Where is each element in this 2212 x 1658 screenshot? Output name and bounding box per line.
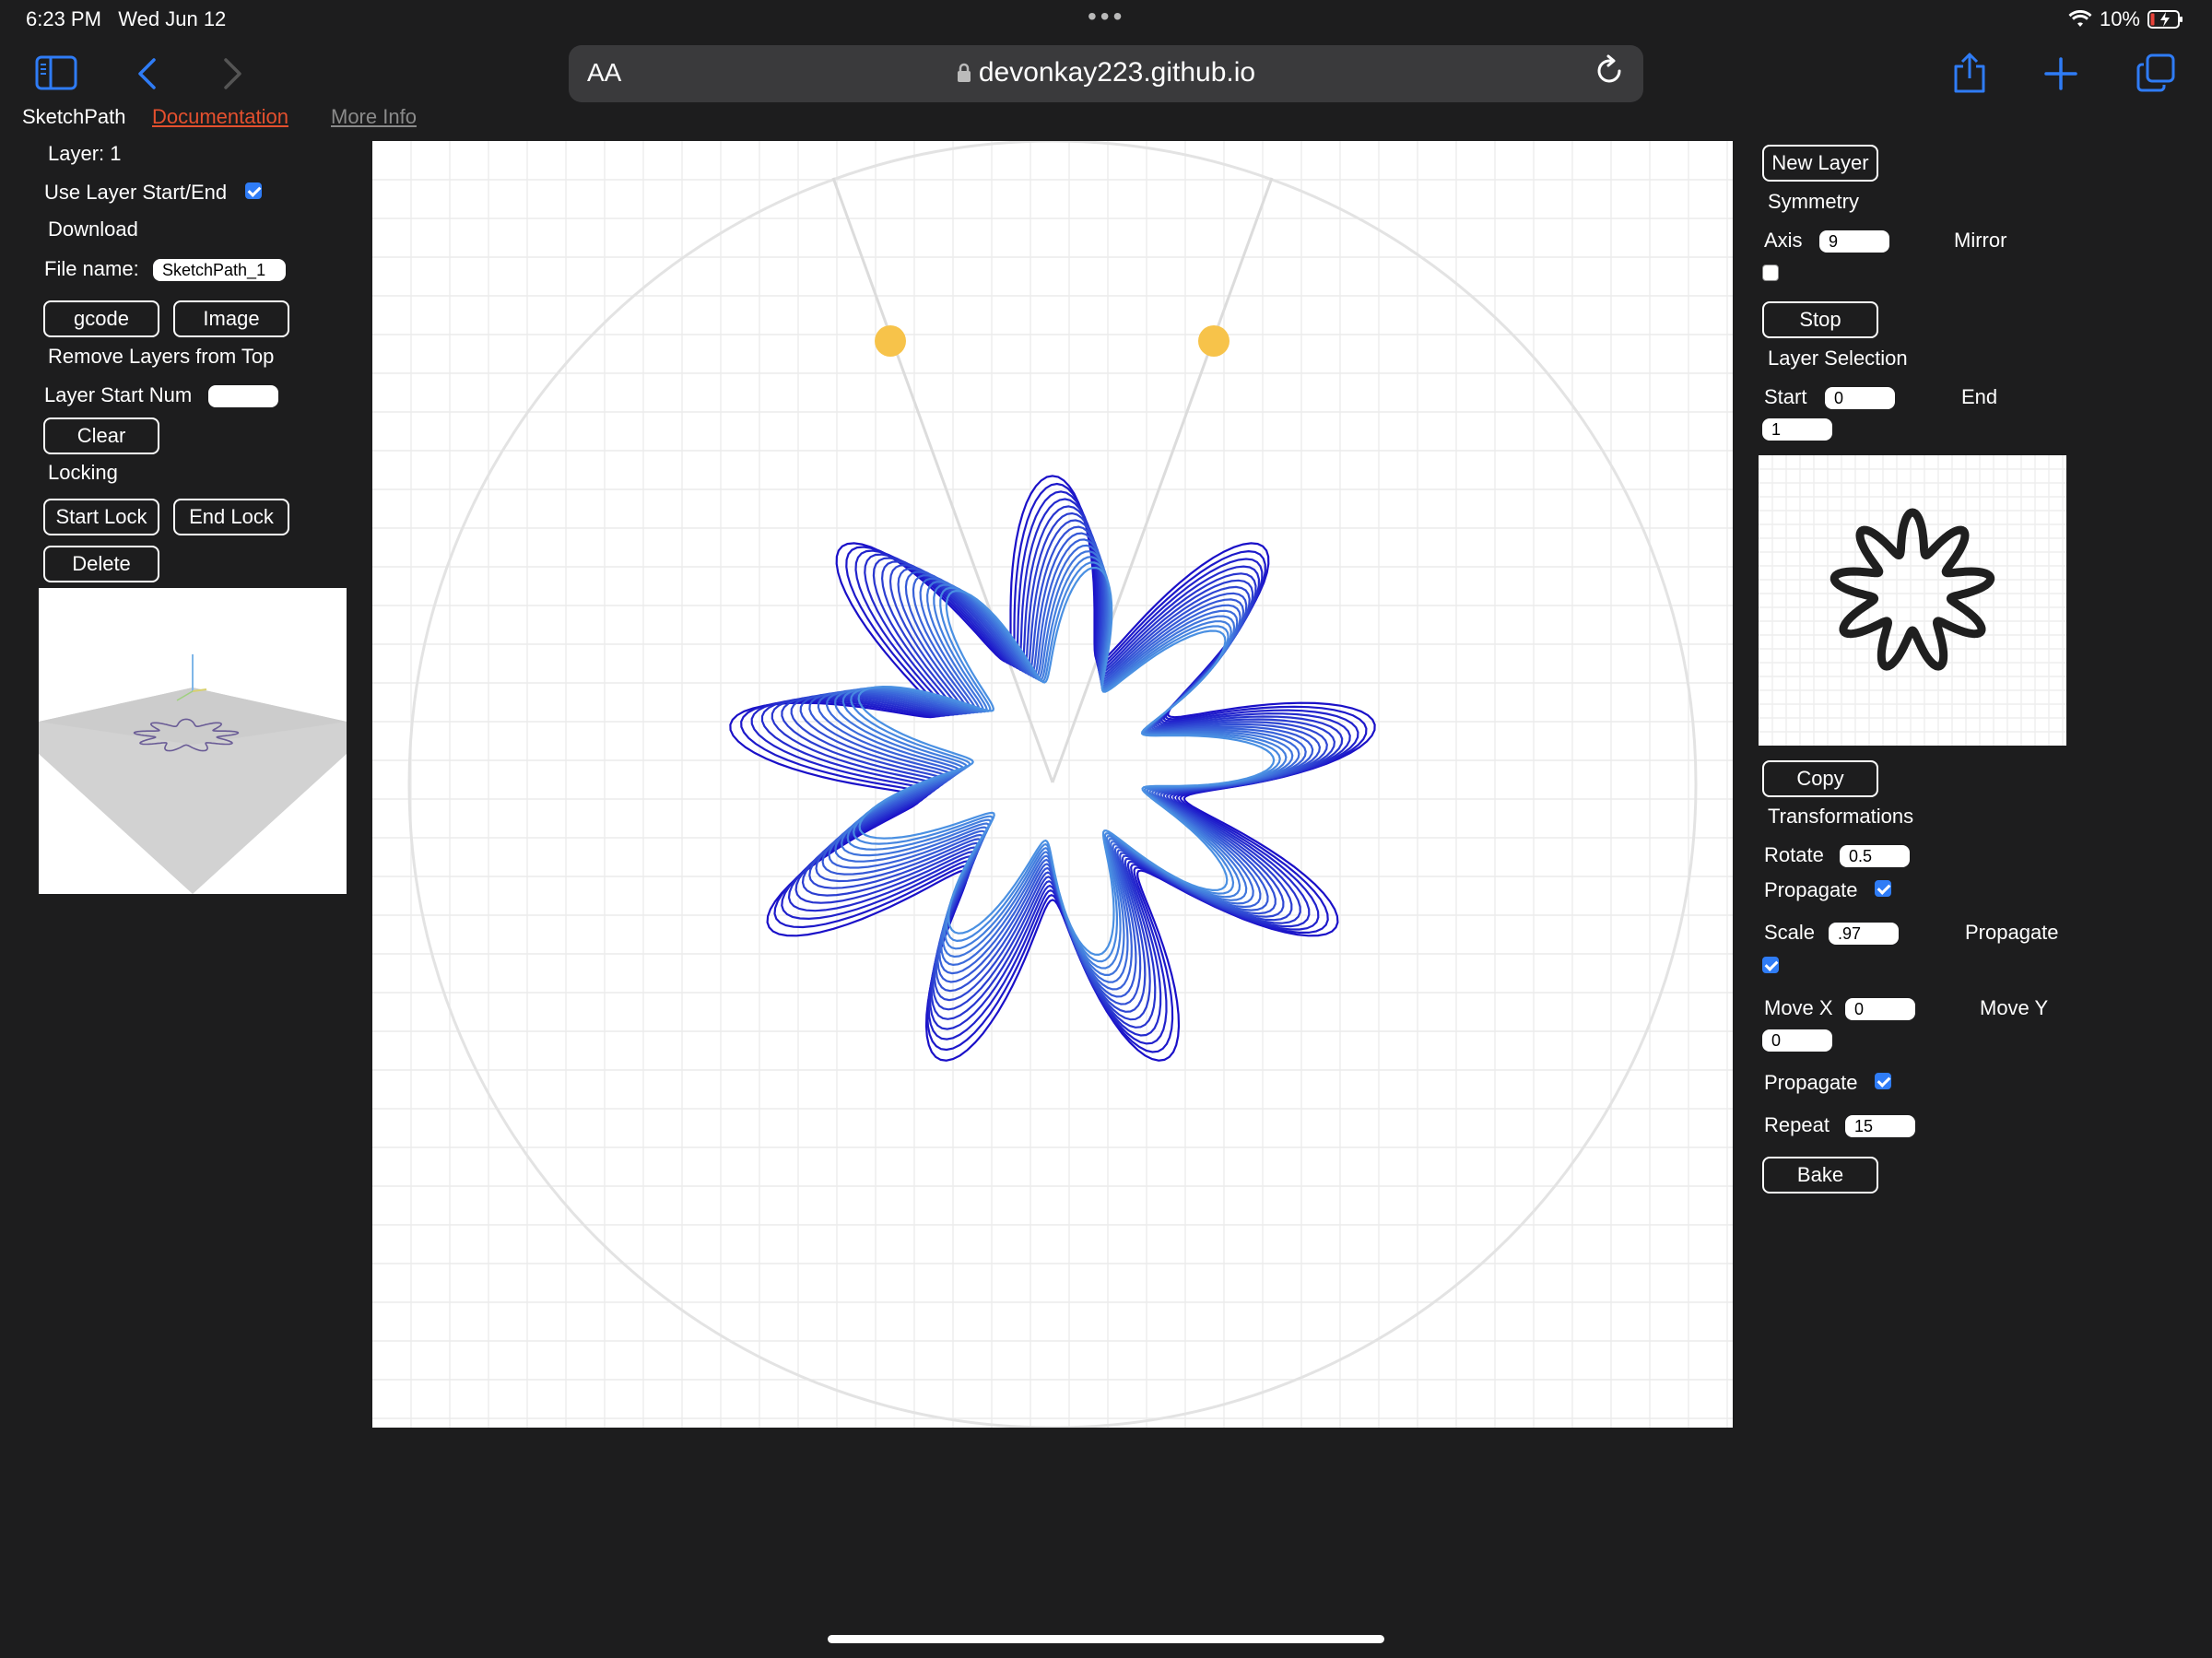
stop-button[interactable]: Stop xyxy=(1762,301,1878,338)
symmetry-handle-right[interactable] xyxy=(1198,325,1230,357)
symmetry-label: Symmetry xyxy=(1768,190,1859,213)
repeat-input[interactable]: 15 xyxy=(1845,1115,1915,1137)
gcode-button[interactable]: gcode xyxy=(43,300,159,337)
3d-preview[interactable] xyxy=(39,588,347,894)
battery-charging-icon xyxy=(2147,10,2183,29)
symmetry-axis-right xyxy=(1051,177,1274,783)
status-time-date: 6:23 PM Wed Jun 12 xyxy=(26,7,227,30)
image-button[interactable]: Image xyxy=(173,300,289,337)
rotate-label: Rotate xyxy=(1764,843,1824,866)
layer-preview xyxy=(1759,455,2066,746)
layer-start-input[interactable]: 0 xyxy=(1825,387,1895,409)
new-layer-button[interactable]: New Layer xyxy=(1762,145,1878,182)
end-label: End xyxy=(1961,385,1998,408)
use-layer-start-end-checkbox[interactable] xyxy=(245,182,262,199)
mirror-checkbox[interactable] xyxy=(1762,265,1779,281)
layer-start-num-label: Layer Start Num xyxy=(44,383,193,406)
mirror-label: Mirror xyxy=(1954,229,2007,252)
back-icon[interactable] xyxy=(136,57,157,95)
start-label: Start xyxy=(1764,385,1807,408)
forward-icon[interactable] xyxy=(223,57,243,95)
sketch-path-layers xyxy=(729,475,1376,1062)
tabs-icon[interactable] xyxy=(2136,53,2175,97)
sketch-layer-path xyxy=(740,482,1368,1053)
axis-input[interactable]: 9 xyxy=(1819,230,1889,253)
rotate-propagate-label: Propagate xyxy=(1764,878,1858,901)
file-name-input[interactable]: SketchPath_1 xyxy=(153,259,286,281)
url-text: devonkay223.github.io xyxy=(978,57,1256,88)
preview-grid xyxy=(1759,455,2066,746)
start-lock-button[interactable]: Start Lock xyxy=(43,499,159,535)
status-bar: 6:23 PM Wed Jun 12 ••• 10% xyxy=(0,0,2212,37)
layer-selection-label: Layer Selection xyxy=(1768,347,1908,370)
rotate-propagate-checkbox[interactable] xyxy=(1875,880,1891,897)
remove-layers-label: Remove Layers from Top xyxy=(48,345,275,368)
move-propagate-checkbox[interactable] xyxy=(1875,1073,1891,1089)
multitasking-dots-icon[interactable]: ••• xyxy=(1088,2,1125,31)
header-links: SketchPath Documentation More Info xyxy=(0,109,461,127)
file-name-label: File name: xyxy=(44,257,139,280)
copy-button[interactable]: Copy xyxy=(1762,760,1878,797)
symmetry-handle-left[interactable] xyxy=(875,325,906,357)
app-title-link[interactable]: SketchPath xyxy=(22,109,126,127)
share-icon[interactable] xyxy=(1952,52,1987,99)
battery-percent: 10% xyxy=(2099,7,2140,30)
scale-propagate-label: Propagate xyxy=(1965,921,2059,944)
layer-end-input[interactable]: 1 xyxy=(1762,418,1832,441)
delete-button[interactable]: Delete xyxy=(43,546,159,582)
bake-button[interactable]: Bake xyxy=(1762,1157,1878,1194)
new-tab-icon[interactable] xyxy=(2044,57,2077,95)
move-y-label: Move Y xyxy=(1980,996,2049,1019)
wifi-icon xyxy=(2068,10,2092,27)
canvas-grid xyxy=(372,141,1733,1428)
sidebar-icon[interactable] xyxy=(35,55,77,98)
download-label: Download xyxy=(48,218,138,241)
rotate-input[interactable]: 0.5 xyxy=(1840,845,1910,867)
use-layer-start-end-label: Use Layer Start/End xyxy=(44,181,228,204)
address-bar[interactable]: AA devonkay223.github.io xyxy=(569,45,1643,102)
layer-start-num-input[interactable] xyxy=(208,385,278,407)
drawing-canvas[interactable] xyxy=(372,139,1733,1429)
move-x-input[interactable]: 0 xyxy=(1845,998,1915,1020)
documentation-link[interactable]: Documentation xyxy=(152,109,288,127)
clear-button[interactable]: Clear xyxy=(43,417,159,454)
axis-label: Axis xyxy=(1764,229,1803,252)
home-indicator[interactable] xyxy=(828,1635,1384,1643)
url-display[interactable]: devonkay223.github.io xyxy=(569,57,1643,88)
preview-shape xyxy=(1830,508,1995,671)
scale-input[interactable]: .97 xyxy=(1829,923,1899,945)
scale-label: Scale xyxy=(1764,921,1816,944)
repeat-label: Repeat xyxy=(1764,1113,1830,1136)
move-y-input[interactable]: 0 xyxy=(1762,1029,1832,1052)
more-info-link[interactable]: More Info xyxy=(331,109,417,127)
end-lock-button[interactable]: End Lock xyxy=(173,499,289,535)
transformations-label: Transformations xyxy=(1768,805,1914,828)
move-x-label: Move X xyxy=(1764,996,1833,1019)
reload-icon[interactable] xyxy=(1595,54,1625,94)
status-right: 10% xyxy=(2068,7,2184,31)
scale-propagate-checkbox[interactable] xyxy=(1762,957,1779,973)
lock-icon xyxy=(957,63,971,82)
locking-label: Locking xyxy=(48,461,118,484)
layer-label: Layer: 1 xyxy=(48,142,122,165)
move-propagate-label: Propagate xyxy=(1764,1071,1858,1094)
